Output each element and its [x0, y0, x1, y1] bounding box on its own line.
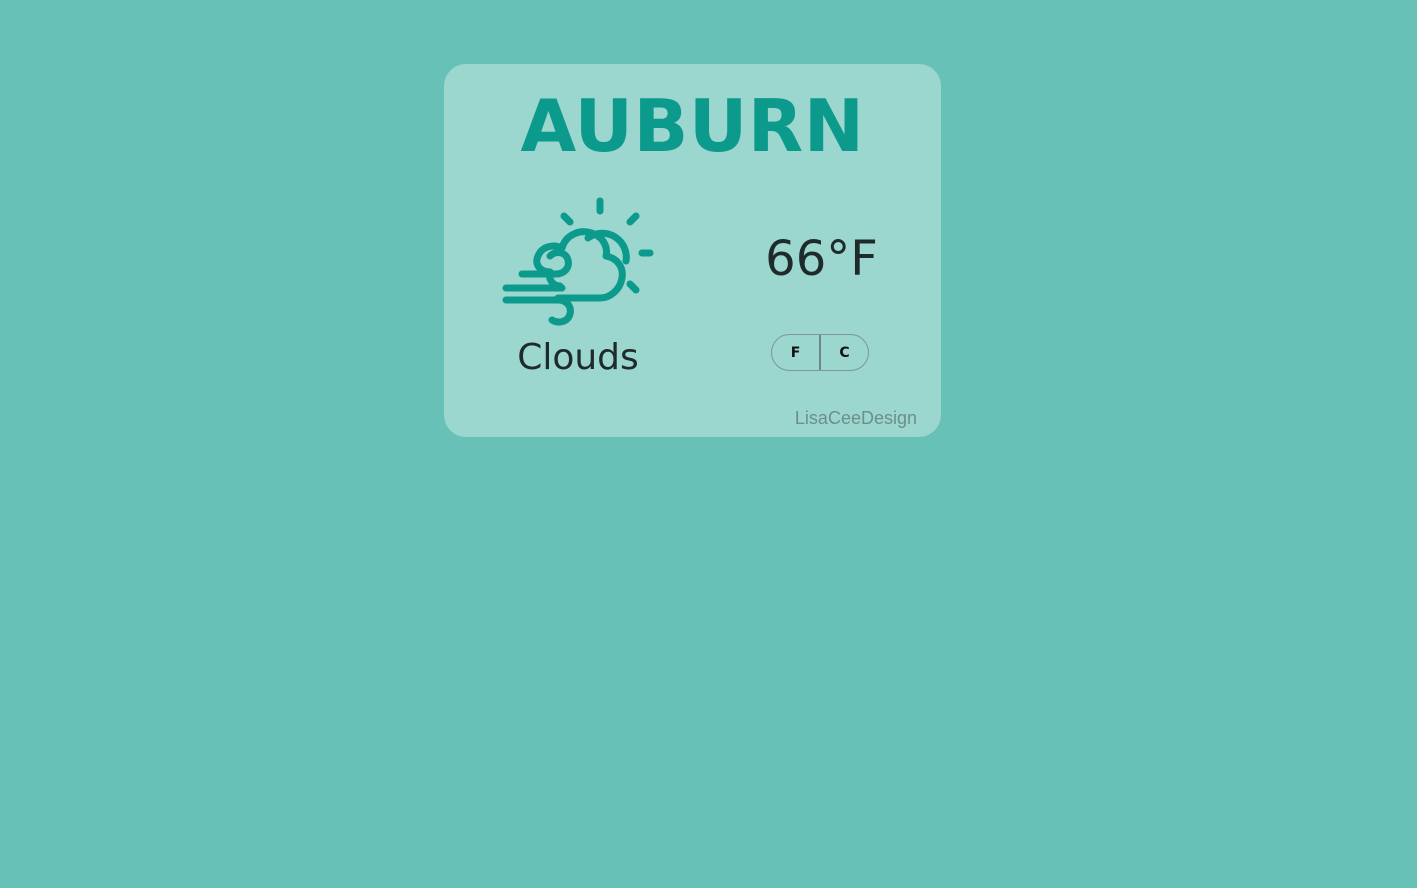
designer-credit: LisaCeeDesign [794, 408, 917, 428]
weather-card: AUBURN Clouds 66°F F C LisaCeeDesign [444, 64, 941, 437]
fahrenheit-button[interactable]: F [772, 335, 819, 370]
temperature-value: 66°F [765, 231, 878, 287]
celsius-button[interactable]: C [821, 335, 868, 370]
unit-toggle: F C [771, 334, 869, 371]
cloudy-windy-sun-icon [500, 194, 660, 329]
city-name: AUBURN [520, 84, 865, 168]
weather-description: Clouds [517, 337, 639, 378]
